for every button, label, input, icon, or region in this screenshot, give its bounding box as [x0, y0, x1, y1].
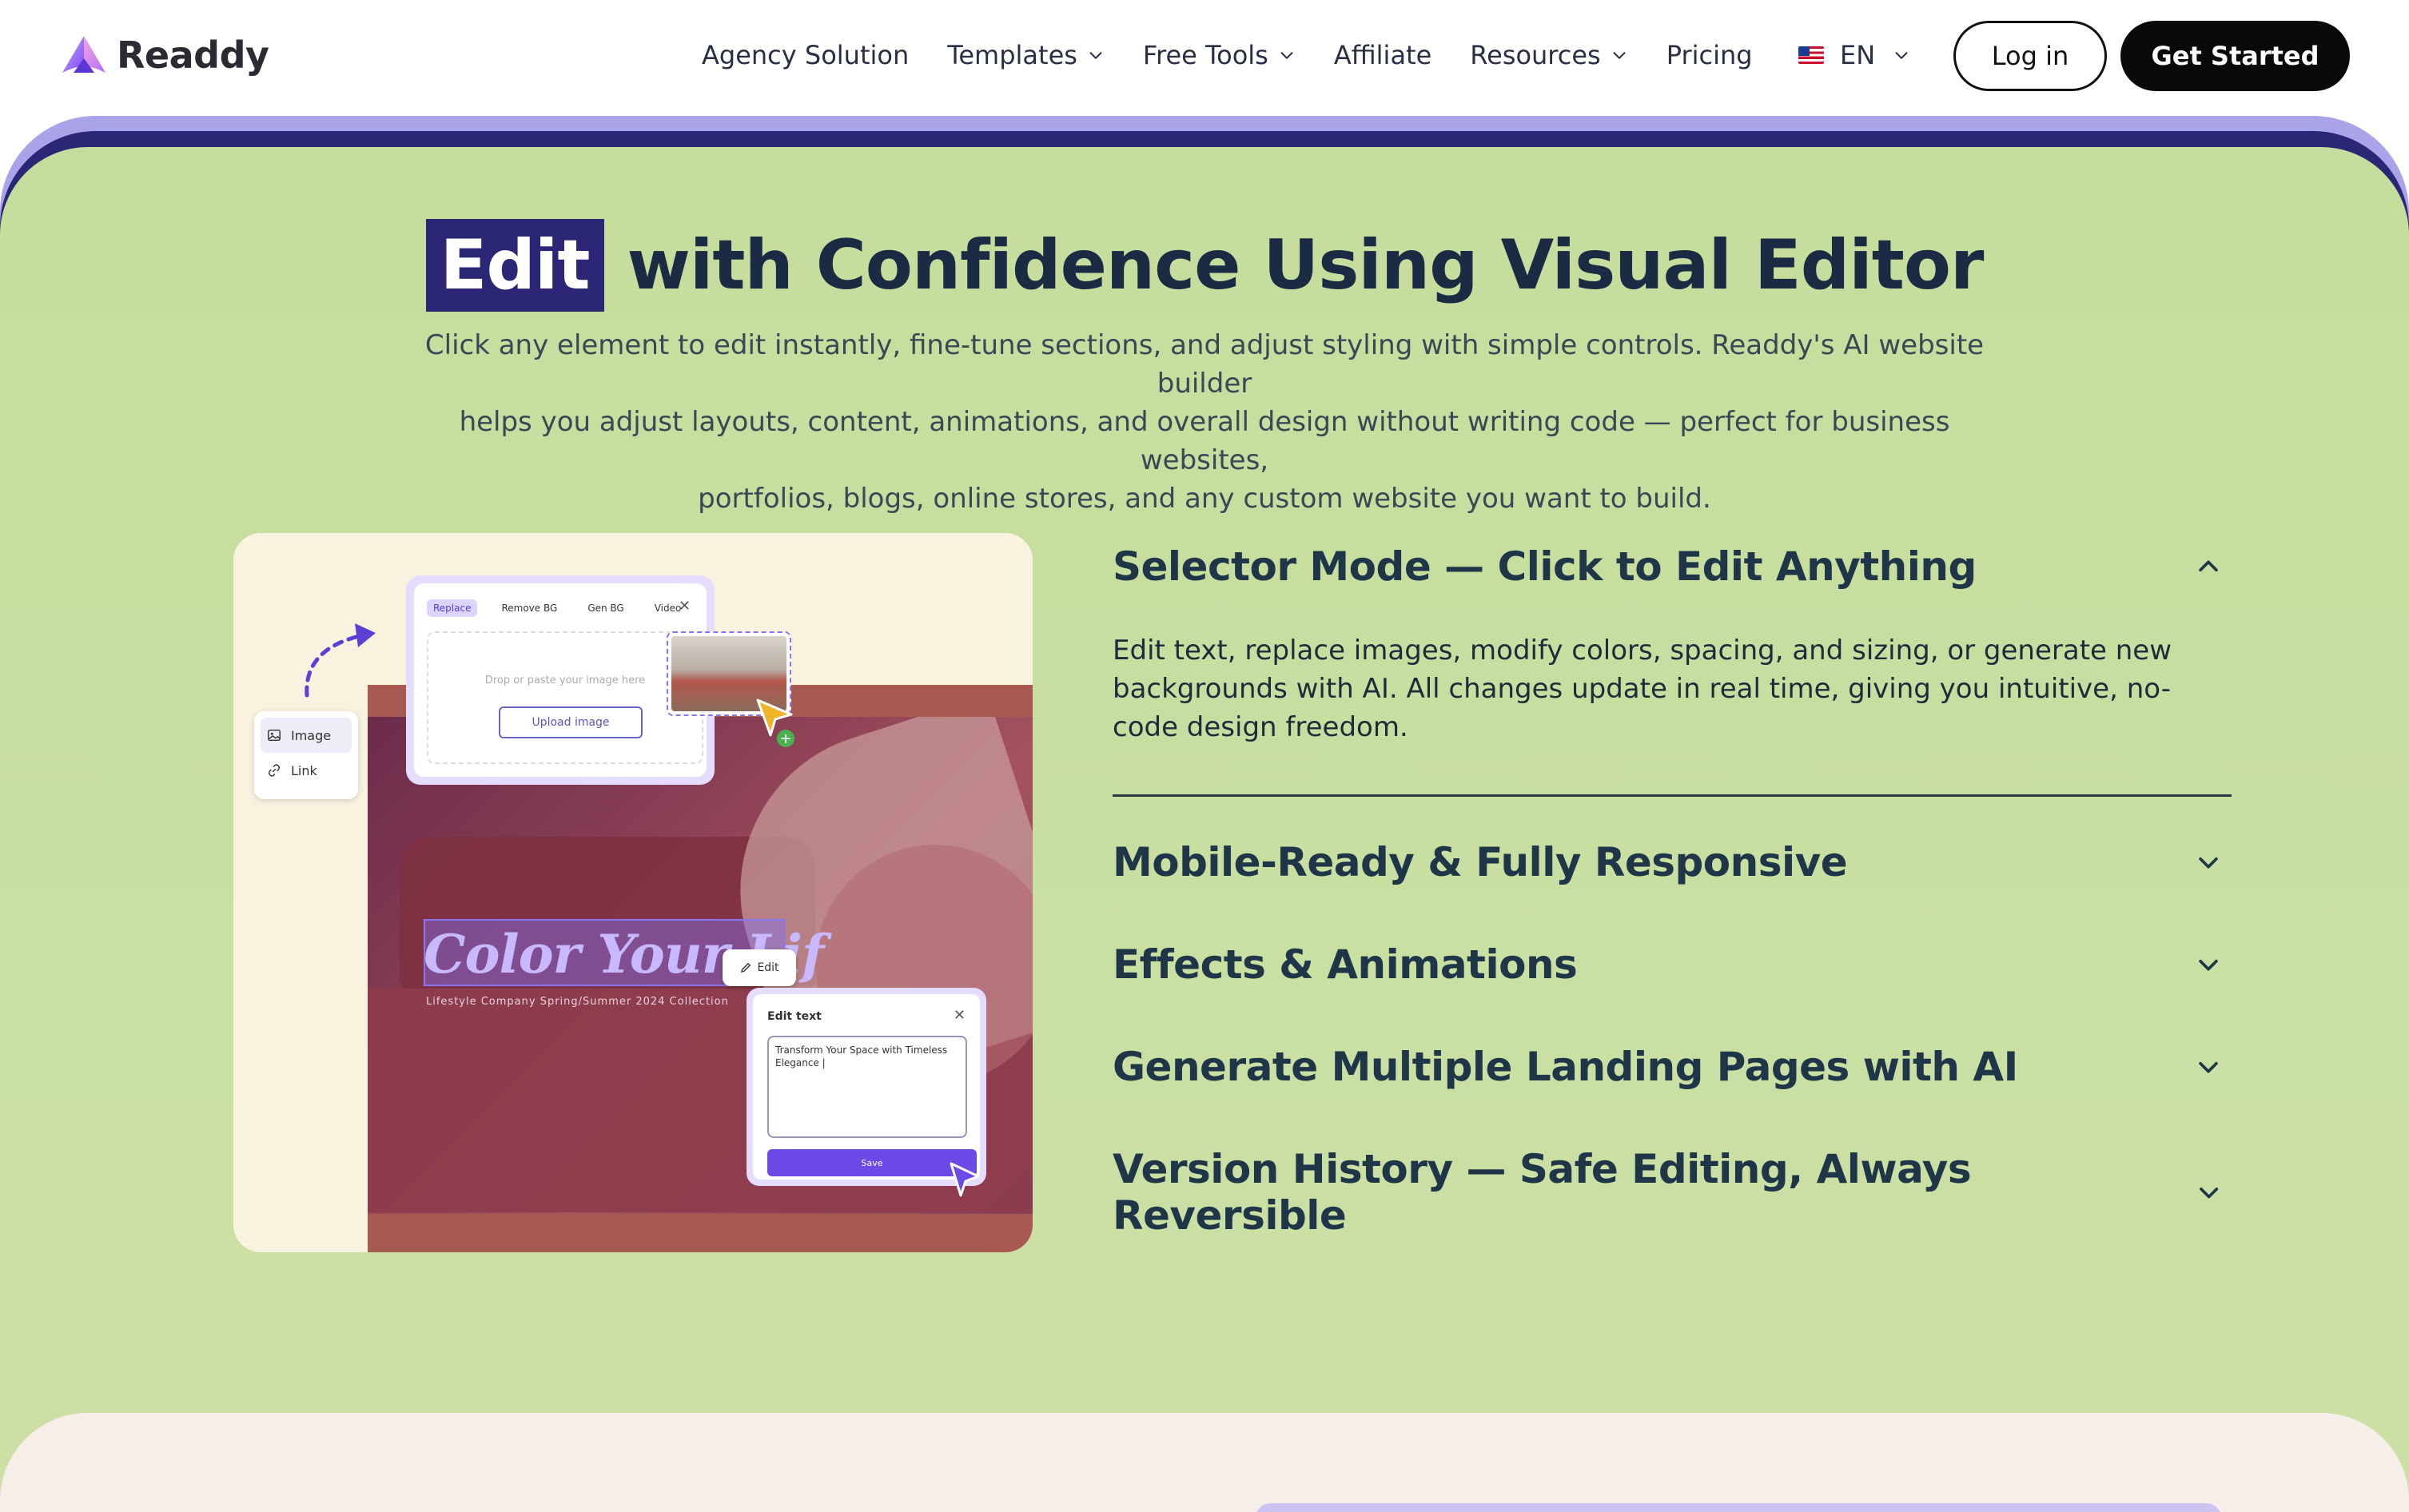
logo[interactable]: Readdy [61, 34, 269, 77]
edit-text-panel: Edit text ✕ Transform Your Space with Ti… [747, 988, 986, 1186]
next-section-pill [1255, 1503, 2222, 1512]
divider [1113, 794, 2232, 797]
link-option-label: Link [291, 762, 317, 778]
accordion-header[interactable]: Mobile-Ready & Fully Responsive [1113, 839, 2232, 885]
close-icon[interactable]: ✕ [954, 1007, 966, 1024]
accordion-title: Selector Mode — Click to Edit Anything [1113, 543, 1977, 590]
chevron-down-icon [2199, 959, 2218, 971]
edit-chip-label: Edit [757, 961, 779, 974]
accordion-header[interactable]: Version History — Safe Editing, Always R… [1113, 1146, 2232, 1239]
section-headline: Edit with Confidence Using Visual Editor [0, 219, 2409, 312]
nav-item-label: Affiliate [1333, 40, 1432, 70]
nav-agency-solution[interactable]: Agency Solution [702, 35, 909, 75]
chevron-down-icon [1280, 52, 1293, 59]
image-replace-panel-inner: Replace Remove BG Gen BG Video ✕ Drop or… [414, 583, 707, 777]
hero-tagline: Lifestyle Company Spring/Summer 2024 Col… [426, 996, 729, 1008]
logo-text: Readdy [117, 34, 269, 77]
subtitle-line: portfolios, blogs, online stores, and an… [698, 483, 1711, 515]
accordion-title: Effects & Animations [1113, 941, 1578, 988]
link-option[interactable]: Link [261, 753, 352, 788]
nav-affiliate[interactable]: Affiliate [1334, 35, 1431, 75]
tab-replace[interactable]: Replace [427, 599, 478, 617]
nav-resources[interactable]: Resources [1470, 35, 1627, 75]
accordion-header[interactable]: Generate Multiple Landing Pages with AI [1113, 1044, 2232, 1090]
plus-icon: + [777, 730, 794, 747]
edit-text-area[interactable]: Transform Your Space with Timeless Elega… [767, 1036, 967, 1138]
top-navigation: Readdy Agency Solution Templates Free To… [0, 0, 2409, 116]
accordion-title: Mobile-Ready & Fully Responsive [1113, 839, 1848, 885]
image-icon [268, 729, 281, 742]
edit-chip-button[interactable]: Edit [723, 949, 796, 986]
nav-templates[interactable]: Templates [947, 35, 1105, 75]
nav-item-label: Resources [1470, 40, 1601, 70]
upload-image-button[interactable]: Upload image [499, 706, 643, 738]
headline-highlight: Edit [425, 219, 604, 312]
chevron-down-icon [1089, 52, 1102, 59]
next-section [0, 1413, 2409, 1512]
chevron-down-icon [1895, 52, 1908, 59]
tab-gen-bg[interactable]: Gen BG [581, 599, 630, 617]
section-subtitle: Click any element to edit instantly, fin… [416, 326, 1993, 518]
accordion-item-landing-pages: Generate Multiple Landing Pages with AI [1113, 1044, 2232, 1090]
drop-zone-text: Drop or paste your image here [484, 674, 646, 686]
edit-text-panel-inner: Edit text ✕ Transform Your Space with Ti… [753, 994, 980, 1180]
link-icon [268, 764, 281, 777]
close-icon[interactable]: ✕ [679, 598, 691, 615]
pencil-icon [741, 962, 751, 973]
nav-links: Agency Solution Templates Free Tools Aff… [702, 35, 1791, 75]
accordion-item-selector-mode: Selector Mode — Click to Edit Anything E… [1113, 543, 2232, 797]
accordion-header[interactable]: Selector Mode — Click to Edit Anything [1113, 543, 2232, 590]
nav-item-label: Pricing [1666, 40, 1753, 70]
dashed-arrow-icon [305, 623, 376, 698]
replace-tabs: Replace Remove BG Gen BG Video [427, 599, 705, 617]
image-drop-zone[interactable]: Drop or paste your image here Upload ima… [427, 631, 703, 764]
nav-item-label: Agency Solution [702, 40, 910, 70]
accordion-title: Generate Multiple Landing Pages with AI [1113, 1044, 2018, 1090]
nav-pricing[interactable]: Pricing [1666, 35, 1753, 75]
readdy-logo-icon [62, 36, 106, 73]
save-button[interactable]: Save [767, 1149, 977, 1176]
nav-item-label: Templates [947, 40, 1077, 70]
login-button[interactable]: Log in [1953, 21, 2107, 91]
accordion-body: Edit text, replace images, modify colors… [1113, 635, 2172, 743]
edit-panel-title: Edit text [767, 1010, 822, 1023]
us-flag-icon [1798, 46, 1824, 64]
element-type-panel: Image Link [254, 711, 358, 799]
language-label: EN [1840, 40, 1876, 70]
headline-rest: with Confidence Using Visual Editor [627, 225, 1984, 305]
chevron-down-icon [2199, 857, 2218, 869]
nav-item-label: Free Tools [1142, 40, 1268, 70]
accordion-item-effects: Effects & Animations [1113, 941, 2232, 988]
accordion-item-mobile: Mobile-Ready & Fully Responsive [1113, 839, 2232, 885]
chevron-down-icon [1613, 52, 1626, 59]
nav-free-tools[interactable]: Free Tools [1143, 35, 1296, 75]
chevron-down-icon [2199, 1061, 2218, 1073]
accordion-header[interactable]: Effects & Animations [1113, 941, 2232, 988]
image-option[interactable]: Image [261, 718, 352, 753]
language-selector[interactable]: EN [1798, 35, 1910, 75]
get-started-button[interactable]: Get Started [2120, 21, 2350, 91]
chevron-up-icon [2199, 560, 2218, 572]
tab-remove-bg[interactable]: Remove BG [495, 599, 563, 617]
subtitle-line: Click any element to edit instantly, fin… [424, 329, 1985, 400]
cursor-arrow-icon [950, 1162, 980, 1197]
accordion-title: Version History — Safe Editing, Always R… [1113, 1146, 1972, 1239]
accordion-item-version-history: Version History — Safe Editing, Always R… [1113, 1146, 2232, 1239]
subtitle-line: helps you adjust layouts, content, anima… [459, 406, 1950, 476]
chevron-down-icon [2199, 1188, 2218, 1199]
image-option-label: Image [291, 727, 332, 743]
